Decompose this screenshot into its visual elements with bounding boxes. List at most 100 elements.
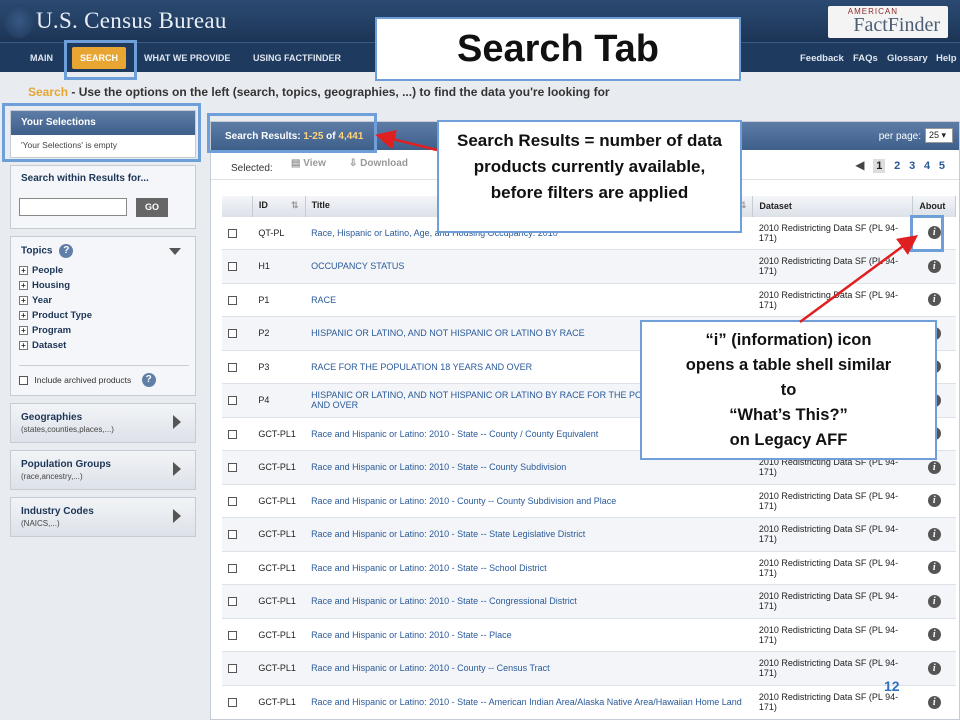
page-1[interactable]: 1 — [873, 159, 886, 173]
chevron-right-icon[interactable] — [173, 462, 181, 476]
prev-page-icon[interactable]: ◀ — [855, 158, 864, 172]
plus-icon[interactable]: + — [19, 281, 28, 290]
plus-icon[interactable]: + — [19, 266, 28, 275]
nav-help[interactable]: Help — [936, 53, 957, 64]
geographies-panel[interactable]: Geographies (states,counties,places,...) — [10, 403, 196, 443]
chevron-right-icon[interactable] — [173, 509, 181, 523]
row-title-link[interactable]: Race and Hispanic or Latino: 2010 - Stat… — [311, 563, 547, 573]
row-title-link[interactable]: Race and Hispanic or Latino: 2010 - Coun… — [311, 663, 550, 673]
row-checkbox[interactable] — [228, 530, 237, 540]
sort-icon[interactable]: ⇅ — [291, 200, 299, 211]
row-checkbox[interactable] — [228, 262, 237, 272]
plus-icon[interactable]: + — [19, 311, 28, 320]
row-title-link[interactable]: OCCUPANCY STATUS — [311, 261, 404, 271]
row-about: i — [912, 584, 956, 618]
topic-year[interactable]: + Year — [11, 295, 195, 310]
info-icon[interactable]: i — [927, 661, 941, 675]
col-id[interactable]: ID ⇅ — [252, 196, 306, 216]
row-checkbox[interactable] — [228, 463, 237, 473]
nav-glossary[interactable]: Glossary — [887, 53, 928, 64]
row-checkbox[interactable] — [228, 429, 237, 439]
page-2[interactable]: 2 — [894, 160, 900, 172]
row-title-link[interactable]: RACE — [311, 295, 336, 305]
census-logo[interactable]: U.S. Census Bureau — [36, 8, 227, 34]
nav-main[interactable]: MAIN — [30, 53, 53, 63]
nav-faqs[interactable]: FAQs — [853, 53, 878, 64]
table-row[interactable]: GCT-PL1 Race and Hispanic or Latino: 2010… — [222, 550, 956, 585]
row-checkbox[interactable] — [228, 362, 237, 372]
row-checkbox[interactable] — [228, 664, 237, 674]
info-icon[interactable]: i — [927, 561, 941, 575]
page-4[interactable]: 4 — [924, 160, 930, 172]
info-icon[interactable]: i — [927, 460, 941, 474]
topics-panel: Topics ? + People + Housing + Year + Product… — [10, 236, 196, 396]
info-icon[interactable]: i — [927, 527, 941, 541]
per-page-select[interactable]: 25 ▾ — [925, 128, 953, 143]
table-row[interactable]: GCT-PL1 Race and Hispanic or Latino: 2010… — [222, 483, 956, 518]
download-button[interactable]: ⇩ Download — [349, 158, 408, 169]
row-title-link[interactable]: Race and Hispanic or Latino: 2010 - Coun… — [311, 496, 616, 506]
plus-icon[interactable]: + — [19, 296, 28, 305]
topic-people[interactable]: + People — [11, 265, 195, 280]
row-title-link[interactable]: HISPANIC OR LATINO, AND NOT HISPANIC OR … — [311, 328, 585, 338]
plus-icon[interactable]: + — [19, 341, 28, 350]
table-row[interactable]: GCT-PL1 Race and Hispanic or Latino: 2010… — [222, 651, 956, 685]
info-icon[interactable]: i — [927, 494, 941, 508]
chevron-right-icon[interactable] — [173, 415, 181, 429]
row-checkbox[interactable] — [228, 597, 237, 607]
row-title-link[interactable]: Race and Hispanic or Latino: 2010 - Stat… — [311, 429, 598, 439]
view-button[interactable]: ▤ View — [291, 158, 326, 169]
page-5[interactable]: 5 — [939, 160, 945, 172]
row-title-link[interactable]: Race and Hispanic or Latino: 2010 - Stat… — [311, 529, 585, 539]
search-instruction: Search - Use the options on the left (se… — [28, 85, 610, 99]
row-title-link[interactable]: RACE FOR THE POPULATION 18 YEARS AND OVE… — [311, 362, 532, 372]
table-row[interactable]: GCT-PL1 Race and Hispanic or Latino: 2010… — [222, 517, 956, 551]
help-icon[interactable]: ? — [59, 244, 74, 258]
row-title-link[interactable]: Race and Hispanic or Latino: 2010 - Stat… — [311, 630, 512, 640]
table-row[interactable]: GCT-PL1 Race and Hispanic or Latino: 2010… — [222, 684, 956, 719]
row-checkbox[interactable] — [228, 496, 237, 506]
go-button[interactable]: GO — [136, 198, 168, 217]
row-title-link[interactable]: Race and Hispanic or Latino: 2010 - Stat… — [311, 462, 566, 472]
col-dataset[interactable]: Dataset — [752, 196, 914, 216]
topics-header[interactable]: Topics ? — [11, 237, 195, 265]
population-groups-panel[interactable]: Population Groups (race,ancestry,...) — [10, 450, 196, 490]
search-within-input[interactable] — [19, 198, 127, 216]
row-select-cell — [222, 483, 253, 518]
info-icon[interactable]: i — [927, 293, 941, 307]
col-about: About — [912, 196, 956, 216]
table-row[interactable]: P1 RACE 2010 Redistricting Data SF (PL 94-… — [222, 282, 956, 317]
topic-housing[interactable]: + Housing — [11, 280, 195, 295]
row-checkbox[interactable] — [228, 698, 237, 708]
nav-using-factfinder[interactable]: USING FACTFINDER — [253, 53, 341, 63]
row-checkbox[interactable] — [228, 630, 237, 640]
info-icon[interactable]: i — [927, 695, 941, 709]
row-checkbox[interactable] — [228, 563, 237, 573]
info-icon[interactable]: i — [927, 594, 941, 608]
row-checkbox[interactable] — [228, 228, 237, 238]
nav-feedback[interactable]: Feedback — [800, 53, 844, 64]
row-title-link[interactable]: Race and Hispanic or Latino: 2010 - Stat… — [311, 596, 577, 606]
topic-dataset[interactable]: + Dataset — [11, 340, 195, 355]
topic-product-type[interactable]: + Product Type — [11, 310, 195, 325]
include-archived-checkbox[interactable] — [19, 375, 28, 385]
plus-icon[interactable]: + — [19, 326, 28, 335]
info-icon[interactable]: i — [927, 259, 941, 273]
page-3[interactable]: 3 — [909, 160, 915, 172]
industry-codes-panel[interactable]: Industry Codes (NAICS,...) — [10, 497, 196, 537]
nav-what-we-provide[interactable]: WHAT WE PROVIDE — [144, 53, 230, 63]
table-row[interactable]: GCT-PL1 Race and Hispanic or Latino: 2010… — [222, 584, 956, 618]
topic-program[interactable]: + Program — [11, 325, 195, 340]
help-icon[interactable]: ? — [141, 373, 156, 387]
row-checkbox[interactable] — [228, 396, 237, 406]
info-icon[interactable]: i — [927, 628, 941, 642]
row-about: i — [912, 517, 956, 551]
chevron-down-icon[interactable] — [169, 248, 181, 255]
row-checkbox[interactable] — [228, 295, 237, 305]
row-id: GCT-PL1 — [252, 483, 306, 518]
table-row[interactable]: GCT-PL1 Race and Hispanic or Latino: 2010… — [222, 617, 956, 652]
row-title-link[interactable]: Race and Hispanic or Latino: 2010 - Stat… — [311, 697, 742, 707]
row-id: GCT-PL1 — [252, 517, 306, 551]
table-row[interactable]: H1 OCCUPANCY STATUS 2010 Redistricting Dat… — [222, 249, 956, 283]
row-checkbox[interactable] — [228, 329, 237, 339]
